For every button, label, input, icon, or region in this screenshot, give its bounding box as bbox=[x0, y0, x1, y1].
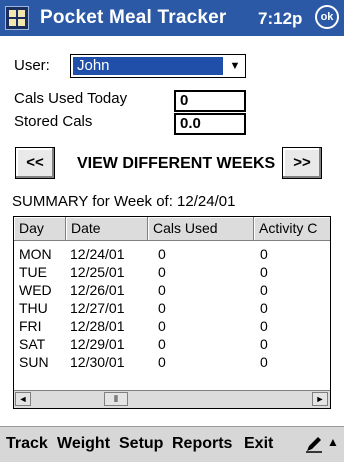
menu-item-reports[interactable]: Reports bbox=[172, 435, 232, 453]
day-cell: MON bbox=[19, 246, 52, 262]
clock[interactable]: 7:12p bbox=[258, 9, 302, 29]
summary-label: SUMMARY for Week of: 12/24/01 bbox=[12, 193, 236, 210]
cals-used-cell: 0 bbox=[158, 318, 166, 334]
column-header-date[interactable]: Date bbox=[66, 217, 148, 241]
ok-button[interactable]: ok bbox=[315, 5, 339, 29]
day-cell: THU bbox=[19, 300, 48, 316]
activity-cell: 0 bbox=[260, 318, 268, 334]
day-cell: WED bbox=[19, 282, 52, 298]
input-panel-arrow-icon[interactable]: ▲ bbox=[327, 435, 339, 449]
scroll-left-icon[interactable]: ◄ bbox=[15, 392, 31, 406]
date-cell: 12/26/01 bbox=[70, 282, 125, 298]
user-dropdown-value: John bbox=[73, 57, 223, 75]
activity-cell: 0 bbox=[260, 300, 268, 316]
activity-cell: 0 bbox=[260, 354, 268, 370]
activity-cell: 0 bbox=[260, 336, 268, 352]
activity-cell: 0 bbox=[260, 246, 268, 262]
menu-item-track[interactable]: Track bbox=[6, 435, 48, 453]
next-week-button[interactable]: >> bbox=[282, 147, 322, 179]
menu-item-weight[interactable]: Weight bbox=[57, 435, 110, 453]
date-cell: 12/24/01 bbox=[70, 246, 125, 262]
stored-cals-field[interactable]: 0.0 bbox=[174, 113, 246, 135]
cals-used-cell: 0 bbox=[158, 264, 166, 280]
activity-cell: 0 bbox=[260, 264, 268, 280]
menu-bar: Track Weight Setup Reports Exit ▲ bbox=[0, 426, 344, 462]
prev-week-button[interactable]: << bbox=[15, 147, 55, 179]
menu-item-exit[interactable]: Exit bbox=[244, 435, 273, 453]
stored-cals-label: Stored Cals bbox=[14, 113, 93, 130]
date-cell: 12/25/01 bbox=[70, 264, 125, 280]
user-dropdown[interactable]: John ▼ bbox=[70, 54, 246, 78]
day-cell: TUE bbox=[19, 264, 47, 280]
user-label: User: bbox=[14, 57, 50, 74]
day-cell: SAT bbox=[19, 336, 46, 352]
cals-used-field[interactable]: 0 bbox=[174, 90, 246, 112]
date-cell: 12/30/01 bbox=[70, 354, 125, 370]
column-header-activity[interactable]: Activity C bbox=[254, 217, 330, 241]
app-title: Pocket Meal Tracker bbox=[40, 7, 227, 28]
cals-used-cell: 0 bbox=[158, 336, 166, 352]
cals-used-cell: 0 bbox=[158, 246, 166, 262]
cals-used-cell: 0 bbox=[158, 354, 166, 370]
date-cell: 12/29/01 bbox=[70, 336, 125, 352]
horizontal-scrollbar[interactable]: ◄ ⦀ ► bbox=[14, 390, 330, 408]
activity-cell: 0 bbox=[260, 282, 268, 298]
pen-icon[interactable] bbox=[304, 434, 324, 454]
day-cell: FRI bbox=[19, 318, 42, 334]
column-header-day[interactable]: Day bbox=[14, 217, 66, 241]
start-menu-icon[interactable] bbox=[5, 6, 29, 30]
scroll-right-icon[interactable]: ► bbox=[312, 392, 328, 406]
date-cell: 12/27/01 bbox=[70, 300, 125, 316]
cals-used-label: Cals Used Today bbox=[14, 90, 128, 107]
weekly-summary-grid[interactable]: Day Date Cals Used Activity C MON 12/24/… bbox=[13, 216, 331, 409]
column-header-cals-used[interactable]: Cals Used bbox=[148, 217, 254, 241]
scroll-thumb[interactable]: ⦀ bbox=[104, 392, 128, 406]
cals-used-cell: 0 bbox=[158, 300, 166, 316]
title-bar: Pocket Meal Tracker 7:12p ok bbox=[0, 0, 344, 36]
date-cell: 12/28/01 bbox=[70, 318, 125, 334]
cals-used-cell: 0 bbox=[158, 282, 166, 298]
chevron-down-icon[interactable]: ▼ bbox=[227, 57, 243, 75]
menu-item-setup[interactable]: Setup bbox=[119, 435, 163, 453]
week-nav-caption: VIEW DIFFERENT WEEKS bbox=[77, 155, 276, 172]
day-cell: SUN bbox=[19, 354, 49, 370]
